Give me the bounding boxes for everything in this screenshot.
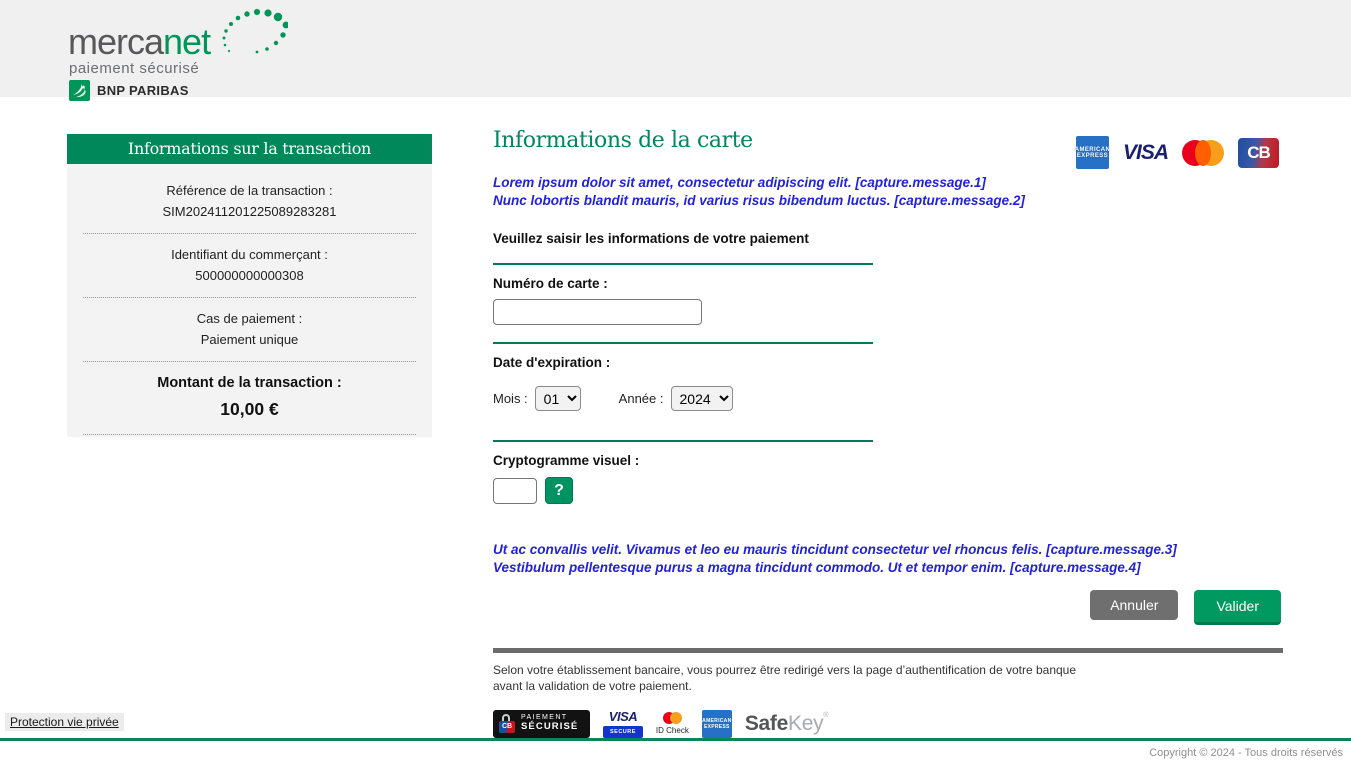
- cvv-help-button[interactable]: ?: [545, 477, 573, 504]
- payment-instruction: Veuillez saisir les informations de votr…: [493, 231, 1283, 246]
- bnp-paribas-row: BNP PARIBAS: [69, 80, 189, 101]
- transaction-reference-value: SIM202411201225089283281: [83, 204, 416, 219]
- month-select[interactable]: 01: [535, 386, 581, 411]
- transaction-amount-value: 10,00 €: [83, 399, 416, 420]
- paiement-securise-badge-icon: CB PAIEMENT SÉCURISÉ: [493, 710, 590, 738]
- footer-divider: [0, 738, 1351, 741]
- accepted-card-brands: AMERICAN EXPRESS VISA CB: [1076, 136, 1279, 169]
- form-buttons: Annuler Valider: [493, 590, 1283, 625]
- transaction-panel: Informations sur la transaction Référenc…: [67, 134, 432, 437]
- card-number-section: Numéro de carte :: [493, 263, 873, 325]
- month-label: Mois :: [493, 391, 528, 406]
- brand-green-part: net: [163, 21, 210, 62]
- safekey-bold: Safe: [745, 712, 788, 735]
- bnp-paribas-label: BNP PARIBAS: [97, 83, 189, 98]
- visa-icon: VISA: [1123, 141, 1168, 165]
- visa-secure-word: VISA: [609, 709, 637, 724]
- transaction-panel-body: Référence de la transaction : SIM2024112…: [67, 164, 432, 437]
- safekey-registered-mark: ®: [823, 712, 828, 719]
- capture-message-1: Lorem ipsum dolor sit amet, consectetur …: [493, 174, 1283, 192]
- cvv-row: ?: [493, 477, 873, 504]
- merchant-id-row: Identifiant du commerçant : 500000000000…: [83, 234, 416, 298]
- transaction-reference-row: Référence de la transaction : SIM2024112…: [83, 170, 416, 234]
- card-number-input[interactable]: [493, 299, 702, 325]
- mercanet-logo: mercanet paiement sécurisé BNP PARIBAS: [68, 8, 288, 93]
- payment-case-label: Cas de paiement :: [83, 311, 416, 326]
- transaction-amount-row: Montant de la transaction : 10,00 €: [83, 362, 416, 435]
- expiry-row: Mois : 01 Année : 2024: [493, 386, 873, 423]
- cb-lock-icon: CB: [499, 713, 515, 735]
- mastercard-icon: [1182, 140, 1224, 166]
- mastercard-idcheck-icon: ID Check: [656, 712, 689, 735]
- american-express-icon: AMERICAN EXPRESS: [1076, 136, 1109, 169]
- brand-wordmark: mercanet: [68, 24, 210, 60]
- payment-case-row: Cas de paiement : Paiement unique: [83, 298, 416, 362]
- year-select[interactable]: 2024: [671, 386, 733, 411]
- card-info-section: Informations de la carte AMERICAN EXPRES…: [493, 128, 1283, 738]
- copyright-text: Copyright © 2024 - Tous droits réservés: [1149, 747, 1343, 759]
- cvv-section: Cryptogramme visuel : ?: [493, 440, 873, 504]
- badge-line2: SÉCURISÉ: [521, 722, 578, 733]
- safekey-logo: SafeKey®: [745, 712, 828, 736]
- mastercard-idcheck-label: ID Check: [656, 726, 689, 735]
- cvv-label: Cryptogramme visuel :: [493, 453, 873, 468]
- safekey-light: Key: [788, 712, 823, 735]
- cb-lock-text: CB: [499, 721, 515, 733]
- card-number-label: Numéro de carte :: [493, 276, 873, 291]
- capture-message-3: Ut ac convallis velit. Vivamus et leo eu…: [493, 541, 1283, 559]
- security-logos: CB PAIEMENT SÉCURISÉ VISA SECURE ID Chec…: [493, 709, 1283, 738]
- cvv-input[interactable]: [493, 478, 537, 504]
- separator-bar: [493, 648, 1283, 653]
- merchant-id-value: 500000000000308: [83, 268, 416, 283]
- year-label: Année :: [619, 391, 664, 406]
- cb-icon: CB: [1238, 138, 1279, 168]
- redirect-notice-line2: avant la validation de votre paiement.: [493, 678, 1283, 694]
- transaction-amount-label: Montant de la transaction :: [83, 375, 416, 391]
- redirect-notice-line1: Selon votre établissement bancaire, vous…: [493, 662, 1283, 678]
- transaction-panel-title: Informations sur la transaction: [67, 134, 432, 164]
- brand-tagline: paiement sécurisé: [69, 60, 199, 77]
- visa-secure-box: SECURE: [603, 726, 643, 738]
- amex-line2: EXPRESS: [1077, 153, 1108, 159]
- redirect-notice: Selon votre établissement bancaire, vous…: [493, 662, 1283, 694]
- transaction-reference-label: Référence de la transaction :: [83, 183, 416, 198]
- visa-secure-icon: VISA SECURE: [603, 709, 643, 738]
- expiry-section: Date d'expiration : Mois : 01 Année : 20…: [493, 342, 873, 423]
- header-band: mercanet paiement sécurisé BNP PARIBAS: [0, 0, 1351, 97]
- capture-message-4: Vestibulum pellentesque purus a magna ti…: [493, 559, 1283, 577]
- amex-mini-line2: EXPRESS: [704, 724, 730, 730]
- capture-message-2: Nunc lobortis blandit mauris, id varius …: [493, 192, 1283, 210]
- submit-button[interactable]: Valider: [1194, 590, 1281, 625]
- merchant-id-label: Identifiant du commerçant :: [83, 247, 416, 262]
- bnp-paribas-logo-icon: [69, 80, 90, 101]
- payment-form: Numéro de carte : Date d'expiration : Mo…: [493, 263, 873, 504]
- cancel-button[interactable]: Annuler: [1090, 590, 1178, 620]
- payment-case-value: Paiement unique: [83, 332, 416, 347]
- privacy-link[interactable]: Protection vie privée: [5, 713, 124, 731]
- amex-safekey-box-icon: AMERICAN EXPRESS: [702, 710, 732, 738]
- expiry-label: Date d'expiration :: [493, 355, 873, 370]
- brand-gray-part: merca: [68, 21, 163, 62]
